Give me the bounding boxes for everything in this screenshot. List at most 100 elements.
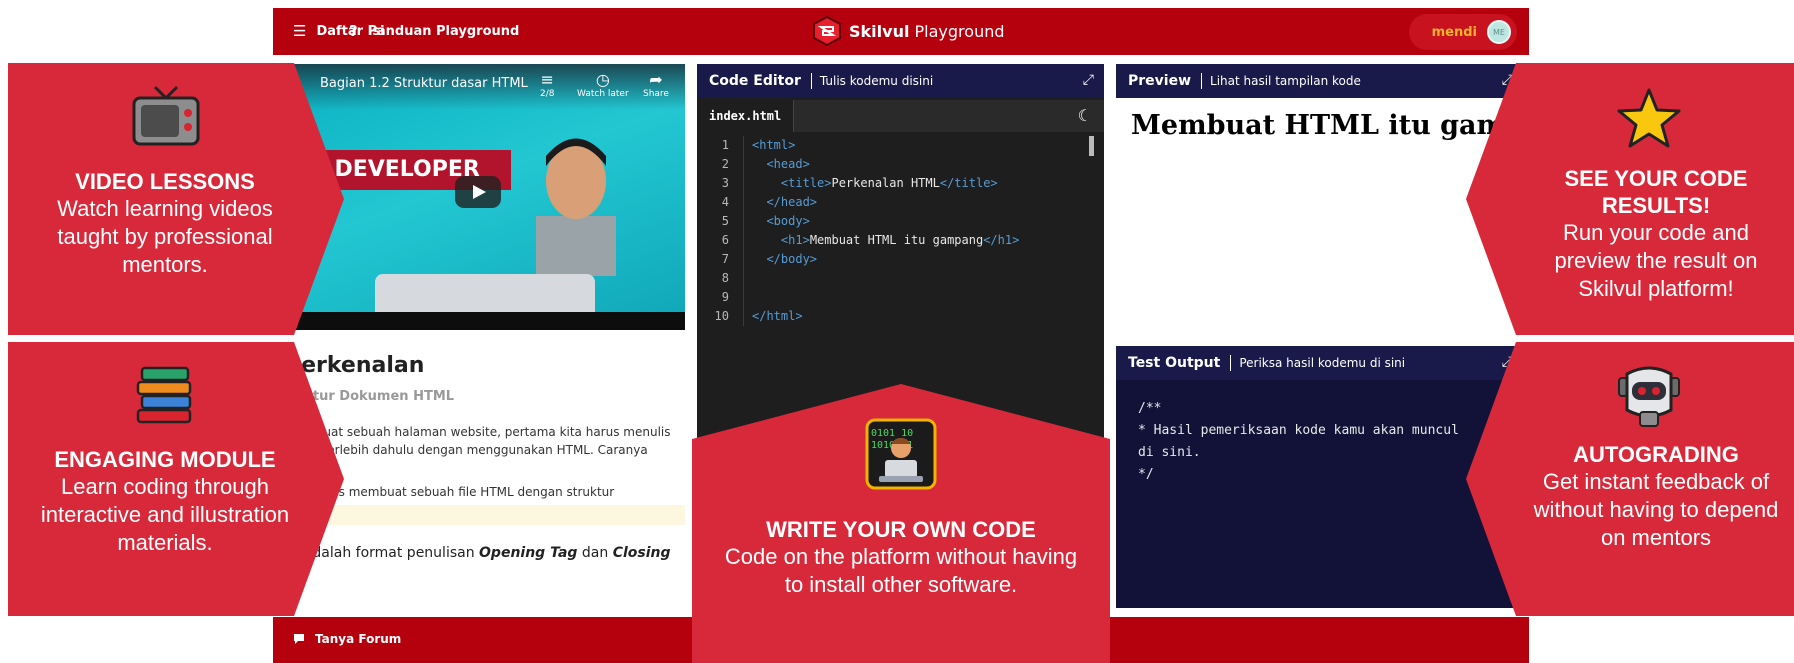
code-line[interactable]: 3 <title>Perkenalan HTML</title> [697,174,1104,193]
playground-guide-button[interactable]: ? Panduan Playground [349,22,519,40]
module-paragraph-1: membuat sebuah halaman website, pertama … [285,425,671,439]
code-text[interactable]: <h1>Membuat HTML itu gampang</h1> [743,231,1019,250]
module-highlight [285,505,685,525]
code-text[interactable]: </html> [743,307,803,326]
code-line[interactable]: 2 <head> [697,155,1104,174]
ask-forum-label: Tanya Forum [315,632,402,646]
file-tab-index-html[interactable]: index.html [697,100,795,132]
editor-subtitle: Tulis kodemu disini [819,74,934,88]
line-number: 5 [721,214,729,228]
video-title[interactable]: Bagian 1.2 Struktur dasar HTML [320,76,528,91]
promo-autograde-body: Get instant feedback of without having t… [1533,469,1779,550]
line-number: 6 [721,233,729,247]
module-paragraph-2: a-nya terlebih dahulu dengan menggunakan… [285,443,648,457]
promo-see-results: SEE YOUR CODE RESULTS! Run your code and… [1466,63,1794,335]
preview-subtitle: Lihat hasil tampilan kode [1210,74,1361,88]
line-number: 8 [721,271,729,285]
code-lines[interactable]: 1 <html> 2 <head> 3 <title>Perkenalan HTML<… [697,136,1104,326]
code-text[interactable]: <head> [743,155,810,174]
chat-bubble-icon [294,634,304,644]
module-subtitle: uktur Dokumen HTML [295,389,455,404]
share-label: Share [643,89,669,99]
preview-panel: Preview Lihat hasil tampilan kode ⤢ Memb… [1116,64,1523,330]
watch-later-button[interactable]: ◷ Watch later [577,70,629,99]
preview-heading: Membuat HTML itu gampang [1131,110,1523,141]
module-title: Perkenalan [285,353,425,378]
editor-title: Code Editor [709,73,812,89]
preview-title: Preview [1128,73,1203,89]
clock-icon: ◷ [595,70,610,89]
promo-video-title: VIDEO LESSONS [75,169,255,194]
skilvul-logo-icon [813,16,841,46]
code-line[interactable]: 6 <h1>Membuat HTML itu gampang</h1> [697,231,1104,250]
line-number: 3 [721,176,729,190]
code-line[interactable]: 1 <html> [697,136,1104,155]
avatar: ME [1487,20,1511,44]
promo-results-title: SEE YOUR CODE RESULTS! [1564,166,1748,218]
code-line[interactable]: 8 [697,269,1104,288]
promo-autograding: AUTOGRADING Get instant feedback of with… [1466,342,1794,616]
video-player[interactable]: EB DEVELOPER Bagian 1.2 Struktur dasar H… [285,64,685,330]
question-icon: ? [349,22,358,40]
hamburger-icon: ☰ [293,22,307,40]
output-subtitle: Periksa hasil kodemu di sini [1239,356,1406,370]
promo-write-code: 0101 10 1010 01 WRITE YOUR OWN CODE Code… [692,384,1110,663]
share-icon: ➦ [649,70,663,89]
code-text[interactable]: <html> [743,136,795,155]
brand[interactable]: Skilvul Playground [813,16,1005,46]
video-progress-bar[interactable] [285,312,685,330]
test-output-panel: Test Output Periksa hasil kodemu di sini… [1116,346,1523,608]
module-format-text: ut adalah format penulisan Opening Tag d… [285,545,671,583]
top-bar: ☰ Daftar Isi ? Panduan Playground Skilvu… [273,8,1529,55]
code-line[interactable]: 10 </html> [697,307,1104,326]
watch-later-label: Watch later [577,89,629,99]
code-text[interactable]: <body> [743,212,810,231]
moon-icon[interactable]: ☾ [1078,106,1092,125]
playground-guide-label: Panduan Playground [367,23,520,39]
code-line[interactable]: 5 <body> [697,212,1104,231]
share-button[interactable]: ➦ Share [643,70,669,99]
code-text[interactable] [743,269,752,288]
user-menu[interactable]: mendi ME [1409,14,1517,50]
line-number: 1 [721,138,729,152]
brand-suffix: Playground [914,21,1005,41]
brand-name: Skilvul [849,21,910,41]
line-number: 4 [721,195,729,209]
promo-code-body: Code on the platform without having to i… [724,544,1078,597]
preview-header: Preview Lihat hasil tampilan kode [1116,64,1523,98]
promo-code-title: WRITE YOUR OWN CODE [766,517,1036,542]
code-line[interactable]: 4 </head> [697,193,1104,212]
star-icon [1617,88,1681,148]
user-name: mendi [1431,24,1477,40]
output-header: Test Output Periksa hasil kodemu di sini [1116,346,1523,380]
coder-icon: 0101 10 1010 01 [865,418,937,490]
robot-icon [1618,366,1680,427]
laptop [375,274,595,314]
code-text[interactable]: <title>Perkenalan HTML</title> [743,174,998,193]
module-paragraph-3: ? [285,459,680,477]
line-number: 9 [721,290,729,304]
playlist-counter: 2/8 [540,89,555,99]
play-button[interactable] [455,176,501,208]
module-content: Perkenalan uktur Dokumen HTML membuat se… [285,347,685,609]
retro-tv-icon [132,85,200,146]
code-line[interactable]: 9 [697,288,1104,307]
expand-icon[interactable]: ⤢ [1083,72,1094,88]
promo-autograde-title: AUTOGRADING [1573,442,1739,467]
line-number: 2 [721,157,729,171]
output-title: Test Output [1128,355,1232,371]
playlist-button[interactable]: ≡ 2/8 [540,70,554,99]
books-icon [136,366,192,424]
svg-text:0101 10: 0101 10 [871,428,913,439]
promo-module-title: ENGAGING MODULE [54,447,276,472]
output-text: /** * Hasil pemeriksaan kode kamu akan m… [1138,401,1459,482]
code-text[interactable]: </head> [743,193,817,212]
promo-video-body: Watch learning videos taught by professi… [57,196,273,277]
scrollbar[interactable] [1089,136,1094,156]
module-paragraph-4: kita harus membuat sebuah file HTML deng… [285,485,615,499]
code-text[interactable] [743,288,752,307]
promo-results-body: Run your code and preview the result on … [1554,220,1758,301]
code-line[interactable]: 7 </body> [697,250,1104,269]
code-text[interactable]: </body> [743,250,817,269]
ask-forum-button[interactable]: Tanya Forum [293,632,401,646]
